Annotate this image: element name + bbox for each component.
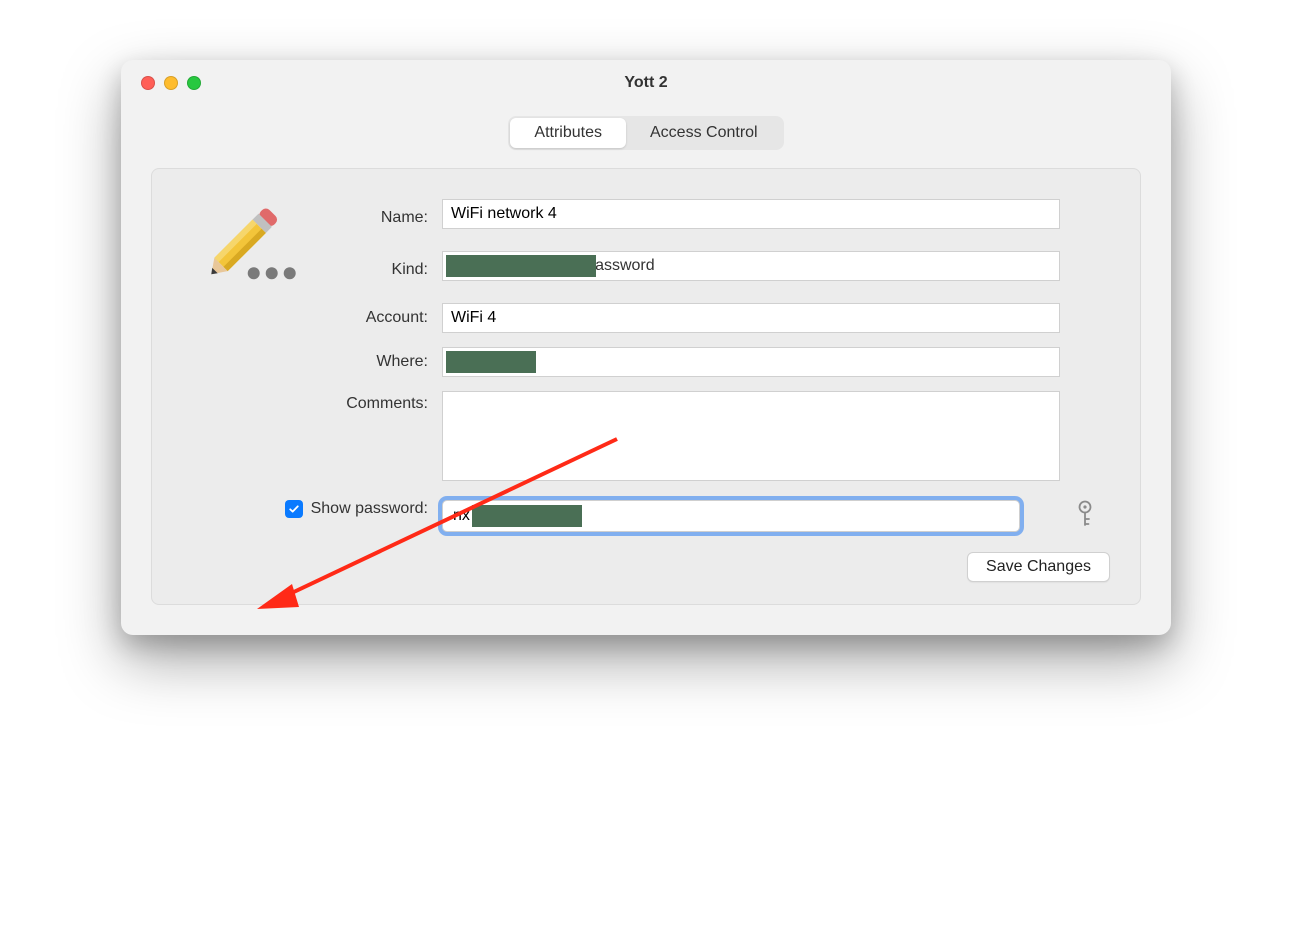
attributes-panel: Name: Kind: XXXXXXXXXXXrk password Accou… — [151, 168, 1141, 605]
checkmark-icon — [288, 503, 300, 515]
where-redaction — [446, 351, 536, 373]
kind-redaction — [446, 255, 596, 277]
tab-attributes[interactable]: Attributes — [510, 118, 626, 148]
tab-access-control[interactable]: Access Control — [626, 118, 782, 148]
save-changes-button[interactable]: Save Changes — [967, 552, 1110, 582]
key-icon[interactable] — [1075, 500, 1095, 528]
comments-field[interactable] — [442, 391, 1060, 481]
password-redaction — [472, 505, 582, 527]
where-label: Where: — [182, 353, 442, 371]
where-field — [442, 347, 1060, 377]
password-prefix: nx — [453, 507, 470, 524]
keychain-item-window: Yott 2 Attributes Access Control — [121, 60, 1171, 635]
comments-label: Comments: — [182, 391, 442, 413]
window-title: Yott 2 — [121, 74, 1171, 92]
kind-field: XXXXXXXXXXXrk password — [442, 251, 1060, 281]
account-field[interactable] — [442, 303, 1060, 333]
show-password-label: Show password: — [311, 500, 428, 518]
password-field[interactable]: nxXXXXXXXXm — [442, 500, 1020, 532]
window-titlebar: Yott 2 — [121, 60, 1171, 106]
account-label: Account: — [182, 309, 442, 327]
tab-bar: Attributes Access Control — [151, 116, 1141, 150]
show-password-checkbox[interactable] — [285, 500, 303, 518]
password-pencil-icon — [192, 189, 312, 289]
name-field[interactable] — [442, 199, 1060, 229]
